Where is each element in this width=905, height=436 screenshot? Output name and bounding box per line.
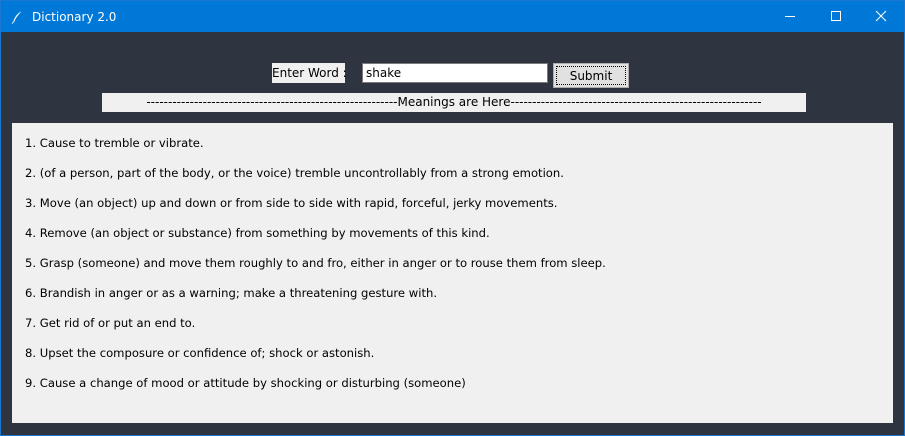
maximize-button[interactable]: [813, 1, 859, 32]
minimize-button[interactable]: [767, 1, 813, 32]
meaning-item: 8. Upset the composure or confidence of;…: [25, 346, 375, 360]
feather-icon: [10, 9, 24, 24]
meaning-item: 9. Cause a change of mood or attitude by…: [25, 376, 466, 390]
close-button[interactable]: [858, 1, 904, 32]
close-icon: [875, 7, 887, 26]
app-window: Dictionary 2.0 Enter Word : Submit -----…: [0, 0, 905, 436]
meanings-panel: 1. Cause to tremble or vibrate. 2. (of a…: [12, 123, 893, 423]
meaning-item: 1. Cause to tremble or vibrate.: [25, 136, 204, 150]
title-bar[interactable]: Dictionary 2.0: [1, 1, 904, 32]
meaning-item: 3. Move (an object) up and down or from …: [25, 196, 558, 210]
meanings-header: ----------------------------------------…: [102, 93, 806, 112]
enter-word-label: Enter Word :: [272, 63, 347, 83]
window-title: Dictionary 2.0: [32, 10, 117, 24]
word-input[interactable]: [362, 63, 548, 83]
meaning-item: 6. Brandish in anger or as a warning; ma…: [25, 286, 438, 300]
meaning-item: 5. Grasp (someone) and move them roughly…: [25, 256, 606, 270]
meaning-item: 2. (of a person, part of the body, or th…: [25, 166, 564, 180]
meaning-item: 4. Remove (an object or substance) from …: [25, 226, 490, 240]
submit-button[interactable]: Submit: [553, 63, 629, 88]
meaning-item: 7. Get rid of or put an end to.: [25, 316, 196, 330]
maximize-icon: [830, 7, 842, 26]
minimize-icon: [784, 7, 796, 26]
